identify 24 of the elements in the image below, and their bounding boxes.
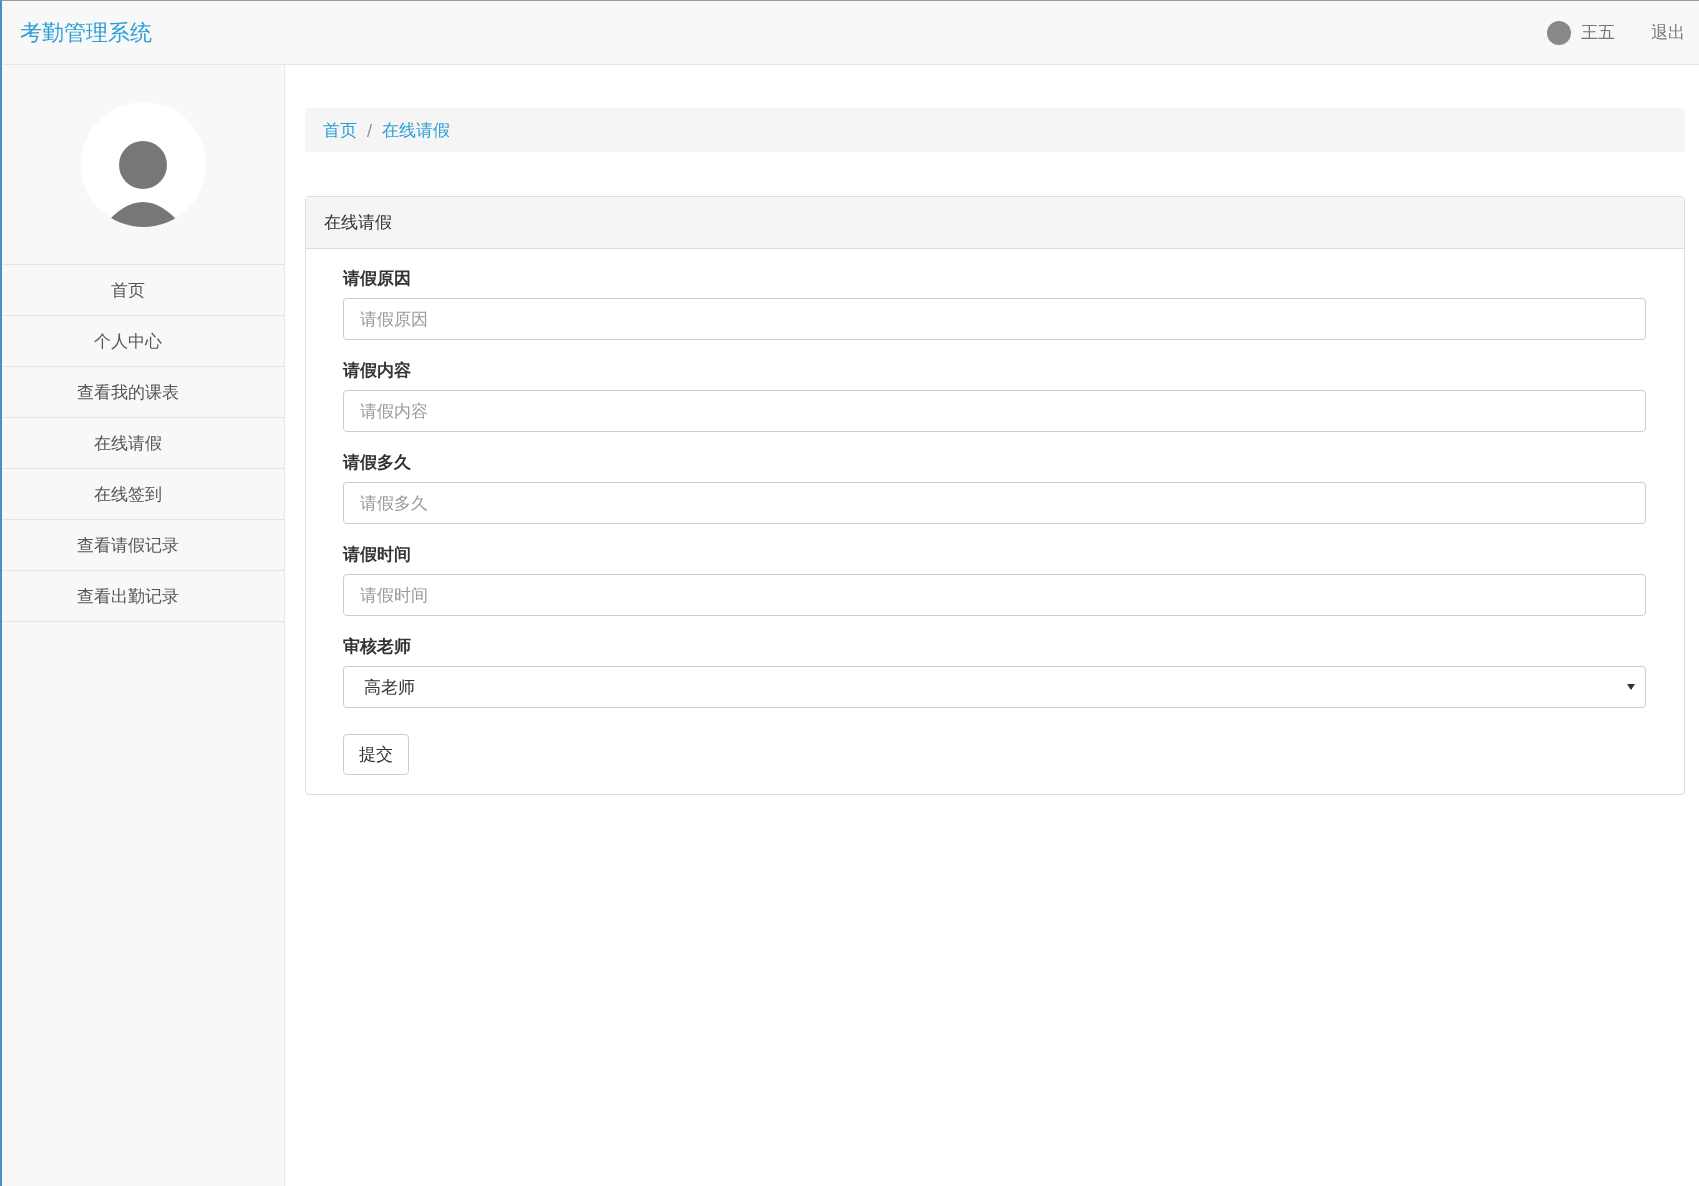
caret-icon (1627, 684, 1635, 690)
sidebar-item[interactable]: 在线签到 (2, 469, 284, 520)
logout-link[interactable]: 退出 (1651, 21, 1685, 44)
submit-button[interactable]: 提交 (343, 734, 409, 775)
field-label: 请假内容 (343, 359, 412, 382)
breadcrumb-separator: / (367, 121, 373, 140)
sidebar-item[interactable]: 查看出勤记录 (2, 571, 284, 622)
sidebar-item[interactable]: 首页 (2, 265, 284, 316)
input-field[interactable]: 请假原因 (343, 298, 1646, 340)
field-label: 审核老师 (343, 635, 412, 658)
sidebar-item[interactable]: 查看请假记录 (2, 520, 284, 571)
field-label: 请假时间 (343, 543, 412, 566)
input-field[interactable]: 请假多久 (343, 482, 1646, 524)
sidebar-item[interactable]: 查看我的课表 (2, 367, 284, 418)
sidebar-item[interactable]: 个人中心 (2, 316, 284, 367)
teacher-select[interactable]: 高老师 (343, 666, 1646, 708)
avatar-icon (1547, 20, 1571, 45)
input-field[interactable]: 请假时间 (343, 574, 1646, 616)
input-field[interactable]: 请假内容 (343, 390, 1646, 432)
sidebar-item[interactable]: 在线请假 (2, 418, 284, 469)
panel-title: 在线请假 (324, 211, 392, 234)
user-link[interactable]: 王五 (1547, 20, 1615, 45)
field-label: 请假原因 (343, 267, 412, 290)
field-label: 请假多久 (343, 451, 412, 474)
